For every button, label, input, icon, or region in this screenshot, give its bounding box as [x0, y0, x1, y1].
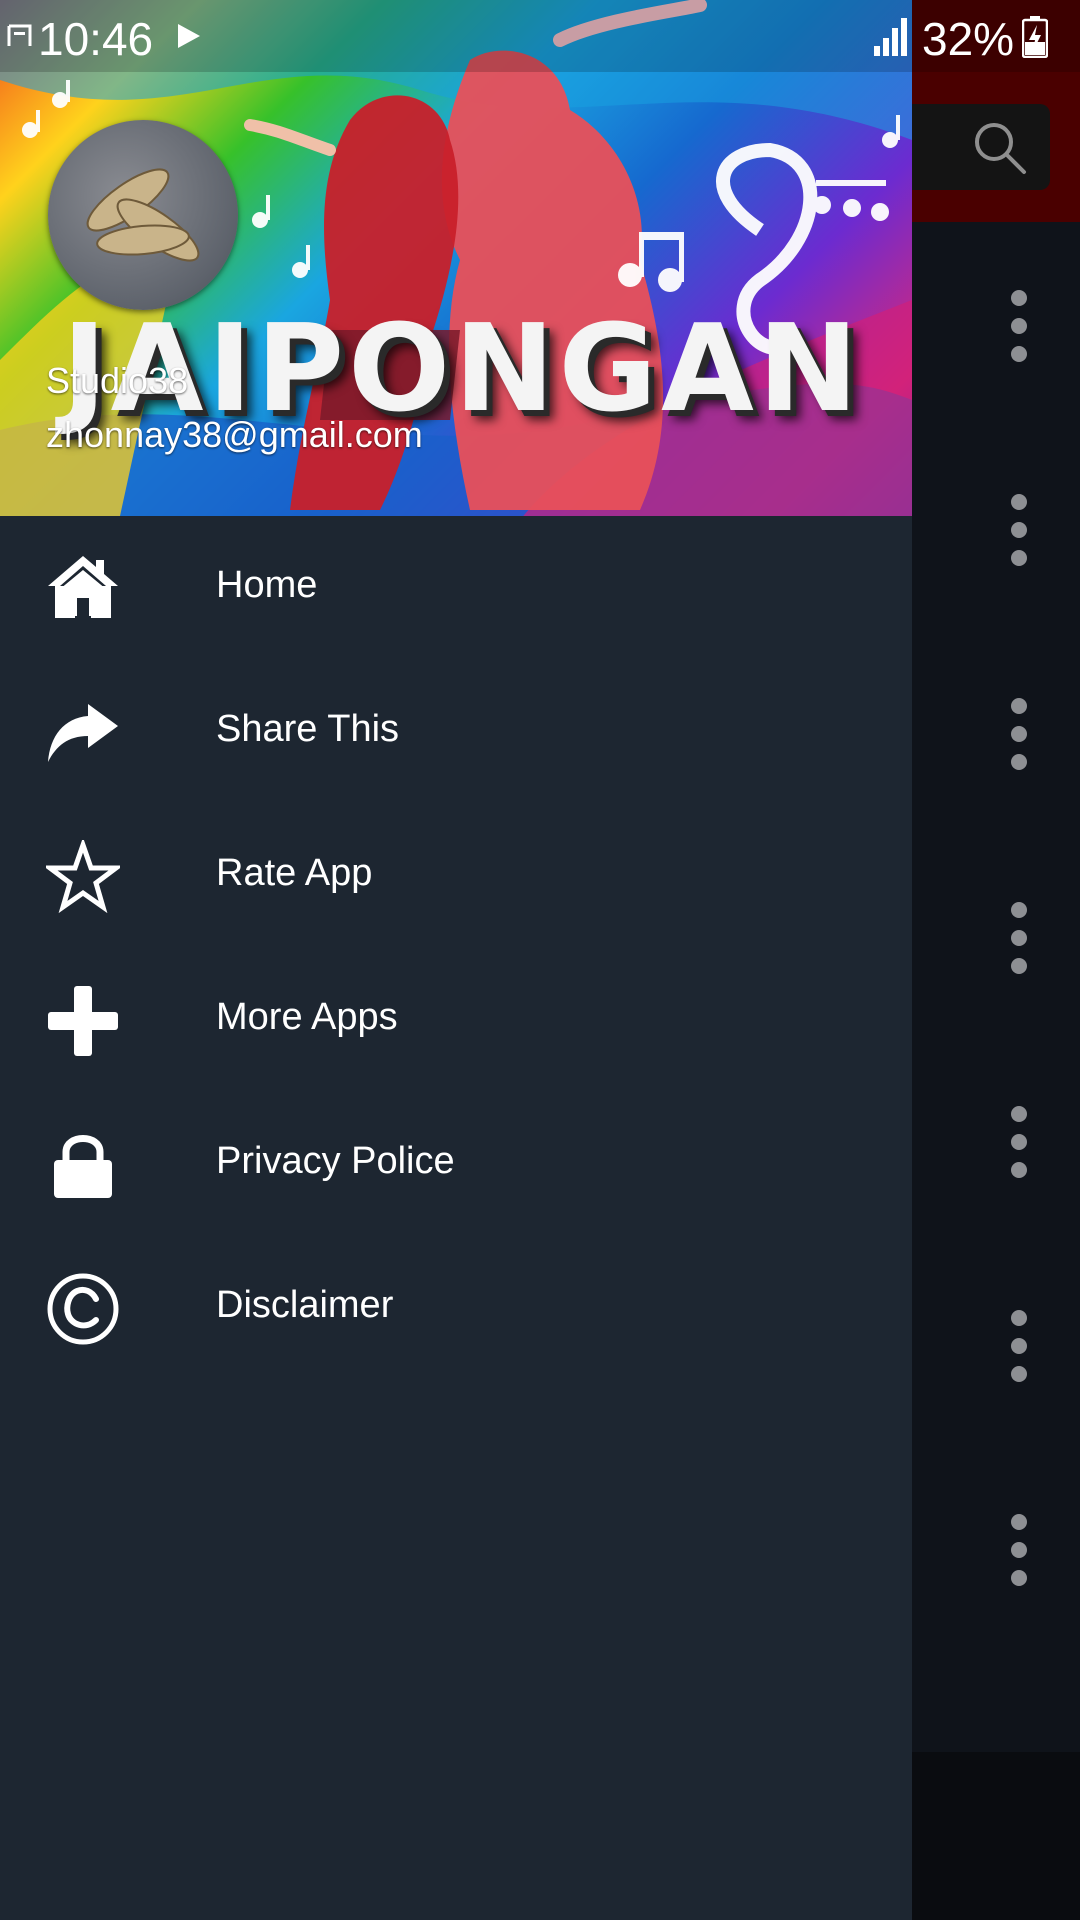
battery-charging-icon: [1022, 16, 1048, 58]
more-vertical-icon[interactable]: [1004, 1104, 1032, 1186]
home-icon: [48, 556, 118, 618]
more-vertical-icon[interactable]: [1004, 696, 1032, 778]
play-icon: [178, 24, 200, 48]
navigation-drawer: JAIPONGAN Studio38 zhonnay38@gmail.com H…: [0, 0, 912, 1920]
header-name: Studio38: [46, 360, 189, 401]
menu-item-label: Rate App: [216, 852, 373, 894]
drawer-header: JAIPONGAN Studio38 zhonnay38@gmail.com: [0, 0, 912, 516]
lock-icon: [54, 1135, 112, 1198]
more-vertical-icon[interactable]: [1004, 1308, 1032, 1390]
status-time: 10:46: [38, 13, 154, 65]
signal-icon: [874, 18, 907, 56]
more-vertical-icon[interactable]: [1004, 1512, 1032, 1594]
battery-percentage: 32%: [922, 13, 1015, 65]
screen: JAIPONGAN Studio38 zhonnay38@gmail.com H…: [0, 0, 1080, 1920]
share-icon: [48, 704, 118, 762]
menu-item-label: Share This: [216, 708, 400, 750]
notification-icon: [7, 24, 32, 46]
menu-item-rate-app[interactable]: Rate App: [0, 804, 912, 948]
menu-item-home[interactable]: Home: [0, 516, 912, 660]
menu-item-disclaimer[interactable]: Disclaimer: [0, 1236, 912, 1380]
avatar[interactable]: [48, 120, 238, 310]
menu-item-share[interactable]: Share This: [0, 660, 912, 804]
menu-item-label: More Apps: [216, 996, 398, 1038]
menu-item-more-apps[interactable]: More Apps: [0, 948, 912, 1092]
status-bar: 10:46 32%: [0, 0, 1080, 72]
star-icon: [46, 840, 120, 914]
copyright-icon: [47, 1273, 119, 1345]
more-vertical-icon[interactable]: [1004, 900, 1032, 982]
menu-item-label: Privacy Police: [216, 1140, 455, 1182]
avatar-fish-emblem-icon: [86, 168, 200, 262]
menu-item-privacy-police[interactable]: Privacy Police: [0, 1092, 912, 1236]
menu-item-label: Home: [216, 564, 318, 606]
menu-item-label: Disclaimer: [216, 1284, 394, 1326]
header-email: zhonnay38@gmail.com: [46, 414, 423, 455]
search-icon[interactable]: [970, 118, 1030, 178]
more-vertical-icon[interactable]: [1004, 492, 1032, 574]
plus-icon: [48, 986, 118, 1056]
more-vertical-icon[interactable]: [1004, 288, 1032, 370]
